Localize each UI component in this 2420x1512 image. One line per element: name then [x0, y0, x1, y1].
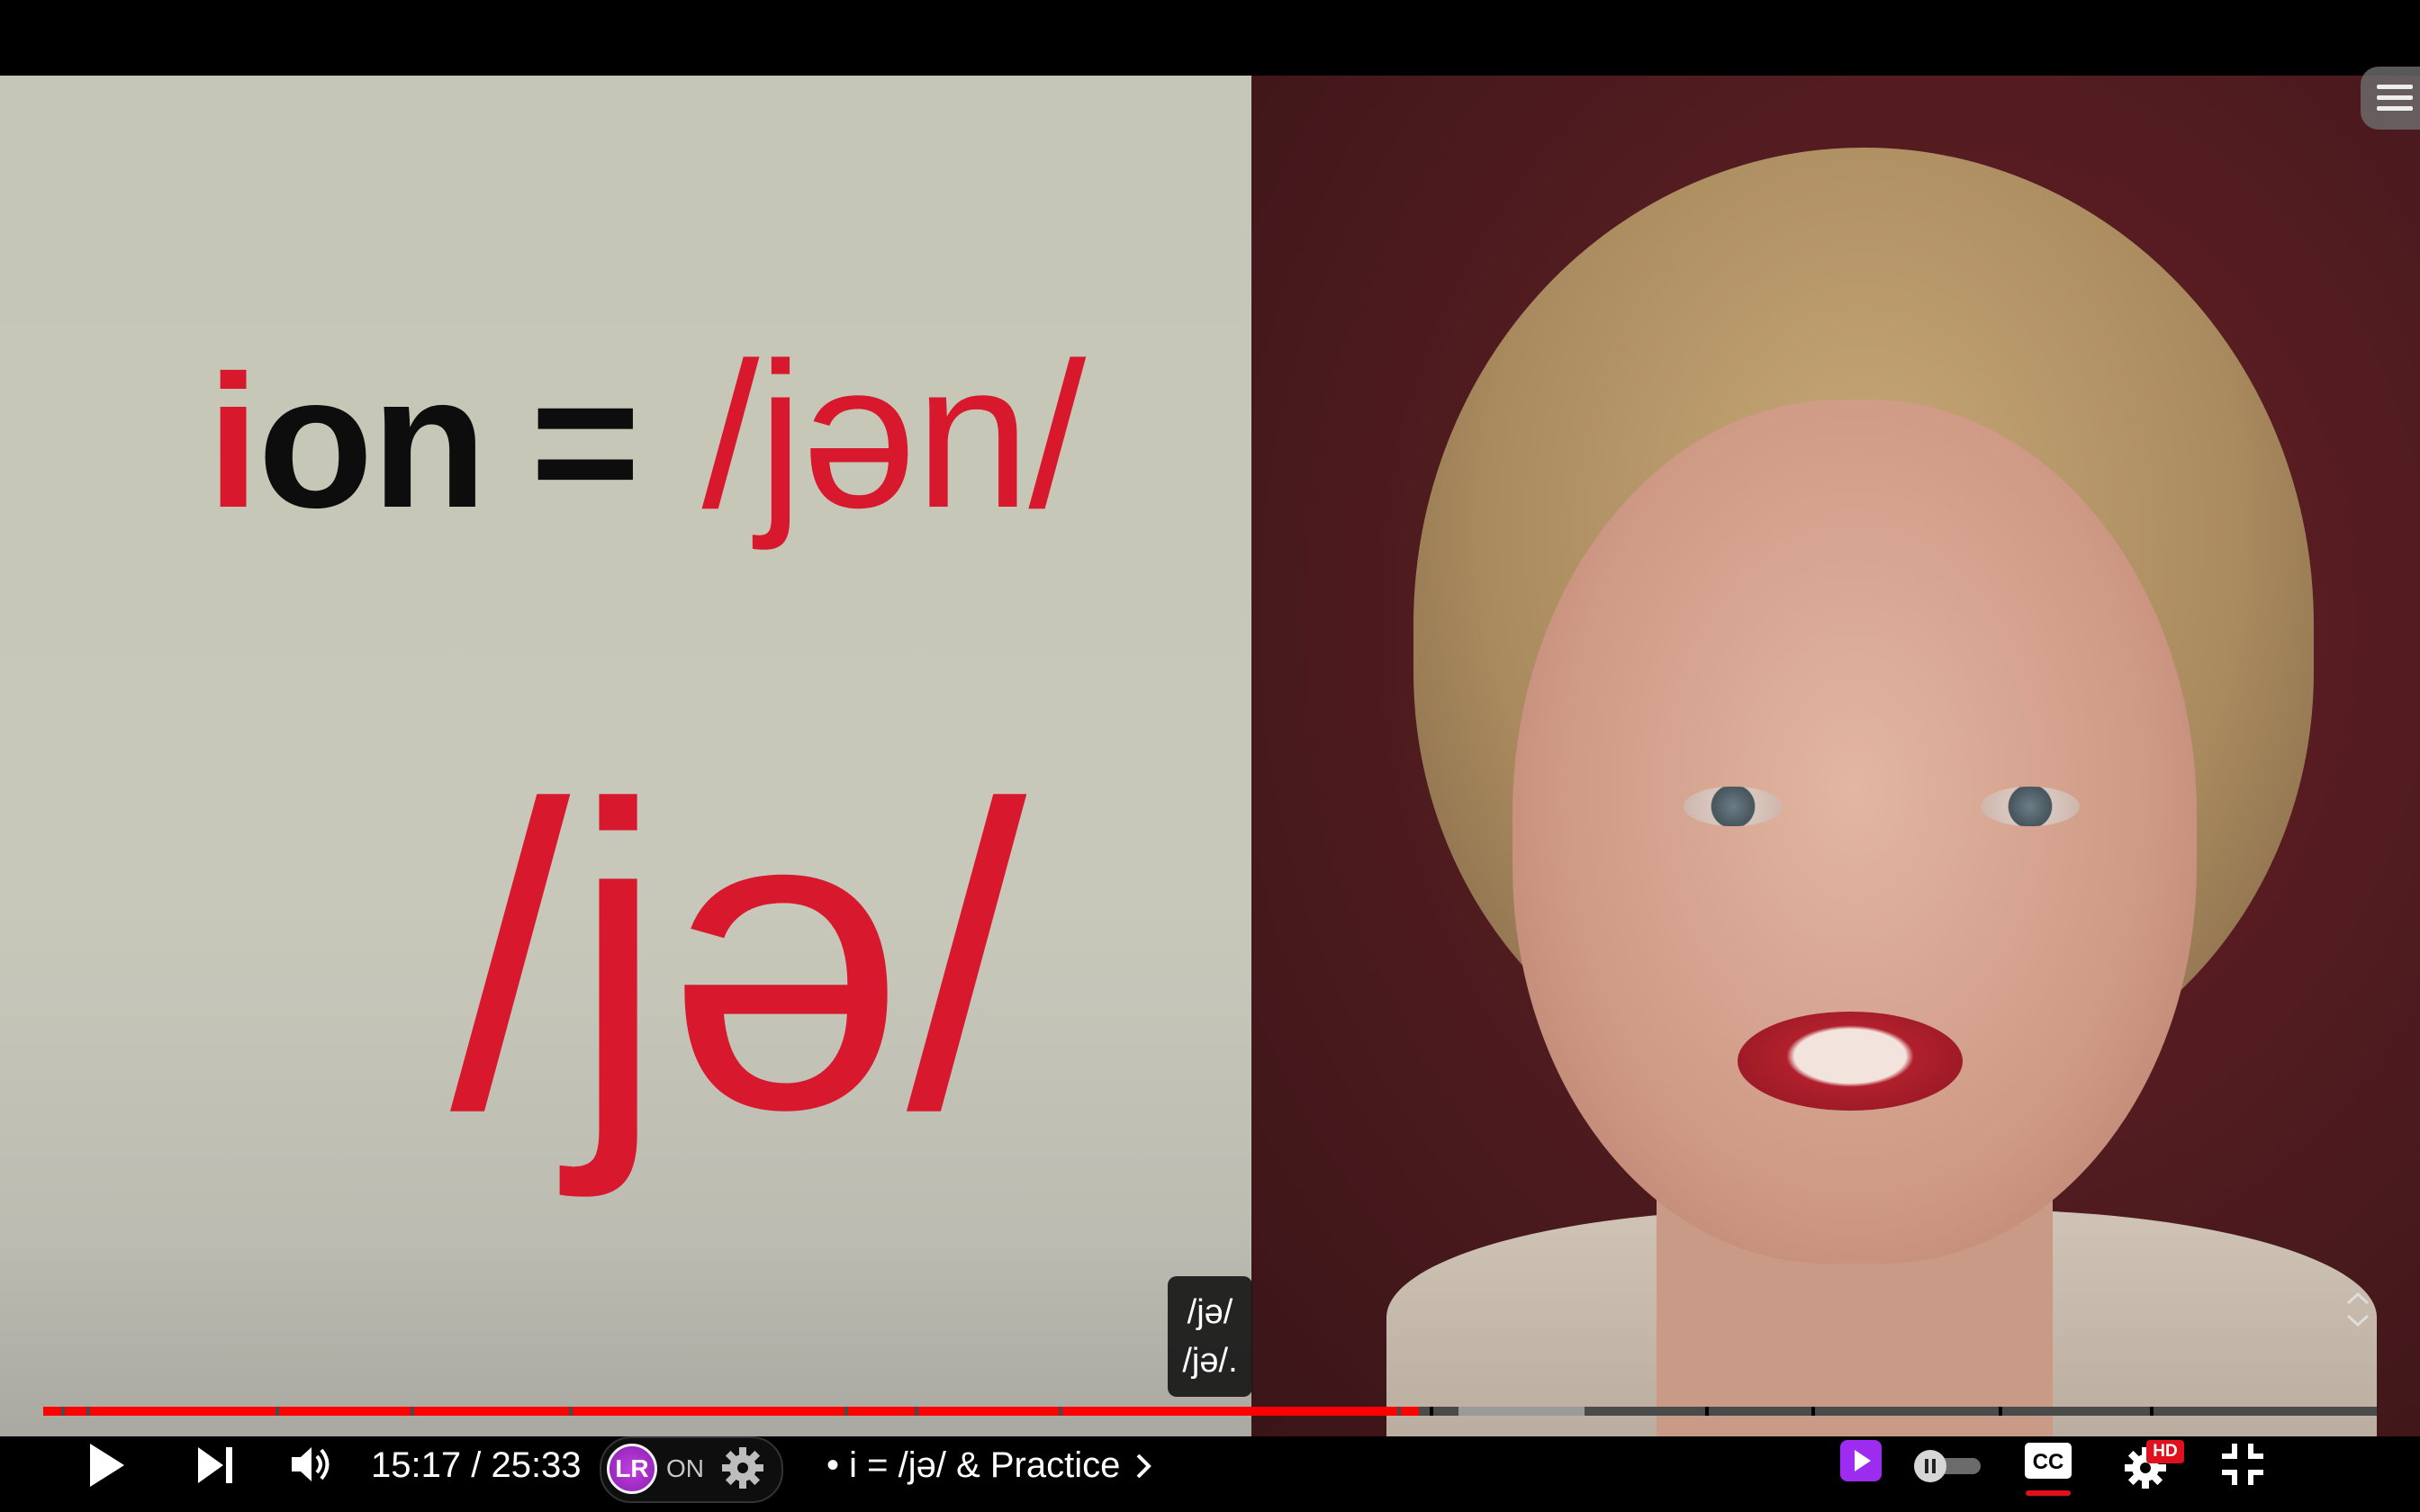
progress-buffer: [1458, 1407, 1585, 1416]
skip-next-icon[interactable]: [196, 1444, 236, 1491]
presenter-eye-right: [1981, 787, 2080, 826]
chapter-seg-2: [65, 1407, 86, 1416]
presenter-face: [1512, 400, 2197, 1264]
chapter-gap: [1999, 1407, 2002, 1416]
menu-icon[interactable]: [2361, 67, 2420, 130]
word-equation: ion = /jən/: [207, 319, 1087, 553]
play-icon[interactable]: [86, 1442, 126, 1493]
chapter-seg-4: [279, 1407, 411, 1416]
chapter-gap: [1705, 1407, 1709, 1416]
language-reactor-state: ON: [666, 1454, 704, 1482]
time-current: 15:17: [371, 1445, 462, 1485]
chapter-seg-5: [414, 1407, 569, 1416]
caption-box: /jə/ /jə/.: [1168, 1276, 1252, 1397]
progress-bar[interactable]: [43, 1404, 2377, 1416]
chapter-seg-7: [848, 1407, 915, 1416]
chapter-seg-10: [1401, 1407, 1419, 1416]
svg-text:CC: CC: [2033, 1450, 2064, 1474]
top-letterbox: [0, 0, 2420, 76]
word-rest: on: [257, 336, 487, 547]
autoplay-toggle-icon[interactable]: [1912, 1447, 1984, 1488]
premium-play-icon[interactable]: [1838, 1438, 1883, 1488]
time-total: 25:33: [491, 1445, 582, 1485]
chapter-gap: [1430, 1407, 1433, 1416]
presenter-figure: [1386, 112, 2377, 1436]
cc-active-indicator: [2026, 1490, 2071, 1496]
equals-sign: =: [529, 336, 641, 547]
expand-collapse-icon[interactable]: [2343, 1287, 2373, 1332]
chevron-right-icon[interactable]: [1134, 1453, 1152, 1484]
caption-line-1: /jə/: [1187, 1293, 1233, 1331]
chapter-button[interactable]: • i = /jə/ & Practice: [826, 1440, 1120, 1490]
word-ipa: /jən/: [701, 320, 1087, 551]
chapter-title: i = /jə/ & Practice: [849, 1445, 1121, 1485]
exit-fullscreen-icon[interactable]: [2220, 1442, 2265, 1491]
language-reactor-logo[interactable]: LR: [607, 1444, 657, 1494]
chapter-gap: [2150, 1407, 2154, 1416]
volume-icon[interactable]: [288, 1442, 333, 1491]
time-display: 15:17 / 25:33: [371, 1440, 582, 1490]
chapter-seg-3: [90, 1407, 275, 1416]
chapter-bullet: •: [826, 1445, 840, 1485]
caption-line-2: /jə/.: [1182, 1342, 1238, 1380]
cc-icon[interactable]: CC: [2024, 1442, 2072, 1484]
presenter-mouth: [1738, 1012, 1963, 1111]
chapter-seg-6: [573, 1407, 844, 1416]
progress-segments: [43, 1407, 2377, 1416]
chapter-seg-9: [1062, 1407, 1397, 1416]
big-ipa: /jə/: [450, 716, 1027, 1199]
gear-icon[interactable]: [720, 1445, 765, 1495]
time-separator: /: [461, 1445, 492, 1485]
chapter-gap: [1811, 1407, 1815, 1416]
video-frame[interactable]: ion = /jən/ /jə/: [0, 76, 2420, 1436]
word-first-letter: i: [207, 336, 259, 547]
lesson-slide: ion = /jən/ /jə/: [0, 76, 1251, 1436]
presenter-eye-left: [1684, 787, 1783, 826]
hd-badge: HD: [2146, 1440, 2184, 1463]
chapter-seg-8: [918, 1407, 1059, 1416]
chapter-seg-1: [43, 1407, 61, 1416]
